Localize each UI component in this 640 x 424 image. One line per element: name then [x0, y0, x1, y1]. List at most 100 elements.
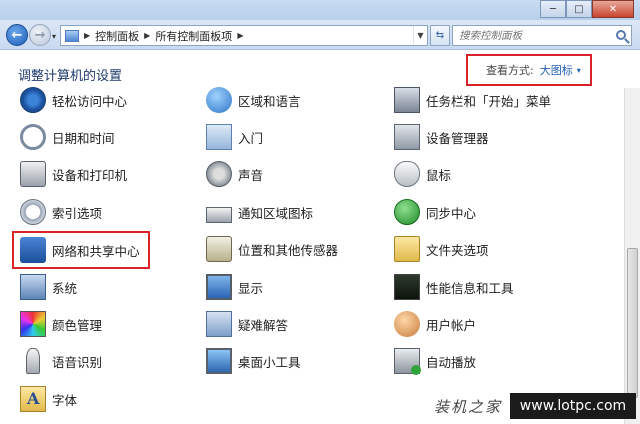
view-by-label: 查看方式: [486, 64, 534, 77]
item-sound[interactable]: 声音 [206, 158, 263, 190]
display-icon [206, 274, 232, 300]
sync-icon [394, 199, 420, 225]
item-label: 语音识别 [52, 354, 103, 370]
address-bar[interactable]: ▶ 控制面板 ▶ 所有控制面板项 ▶ ▼ [60, 25, 428, 46]
microphone-icon [26, 348, 40, 374]
page-title: 调整计算机的设置 [18, 69, 123, 84]
item-mouse[interactable]: 鼠标 [394, 158, 451, 190]
folder-icon [394, 236, 420, 262]
item-label: 入门 [238, 130, 264, 146]
item-label: 日期和时间 [52, 130, 115, 146]
control-panel-items: 轻松访问中心 区域和语言 任务栏和「开始」菜单 日期和时间 入门 设备管理器 设… [0, 87, 624, 424]
item-color-management[interactable]: 颜色管理 [20, 308, 102, 340]
title-bar: ─ □ ✕ [0, 0, 640, 20]
item-label: 区域和语言 [238, 93, 301, 109]
item-system[interactable]: 系统 [20, 271, 77, 303]
item-label: 位置和其他传感器 [238, 242, 339, 258]
item-autoplay[interactable]: 自动播放 [394, 345, 476, 377]
item-date-time[interactable]: 日期和时间 [20, 121, 115, 153]
fonts-icon [20, 386, 46, 412]
search-icon[interactable] [616, 30, 626, 40]
globe-icon [206, 87, 232, 113]
item-devices-printers[interactable]: 设备和打印机 [20, 158, 127, 190]
item-label: 设备管理器 [426, 130, 489, 146]
search-input[interactable] [459, 29, 609, 42]
printer-icon [20, 161, 46, 187]
troubleshooting-icon [206, 311, 232, 337]
item-display[interactable]: 显示 [206, 271, 263, 303]
item-label: 轻松访问中心 [52, 93, 128, 109]
user-accounts-icon [394, 311, 420, 337]
item-label: 通知区域图标 [238, 205, 314, 221]
item-label: 桌面小工具 [238, 354, 301, 370]
clock-icon [20, 124, 46, 150]
item-label: 任务栏和「开始」菜单 [426, 93, 552, 109]
item-label: 自动播放 [426, 354, 477, 370]
taskbar-icon [394, 87, 420, 113]
chevron-down-icon[interactable]: ▾ [577, 66, 581, 75]
item-label: 文件夹选项 [426, 242, 489, 258]
item-label: 鼠标 [426, 167, 452, 183]
close-button[interactable]: ✕ [592, 0, 634, 18]
item-folder-options[interactable]: 文件夹选项 [394, 233, 489, 265]
view-by-selector[interactable]: 查看方式: 大图标 ▾ [466, 54, 592, 86]
item-label: 同步中心 [426, 205, 477, 221]
item-label: 颜色管理 [52, 317, 103, 333]
back-button[interactable]: ← [6, 24, 28, 46]
item-taskbar-start-menu[interactable]: 任务栏和「开始」菜单 [394, 84, 551, 116]
item-ease-of-access[interactable]: 轻松访问中心 [20, 84, 127, 116]
ease-of-access-icon [20, 87, 46, 113]
minimize-button[interactable]: ─ [540, 0, 566, 18]
address-dropdown-button[interactable]: ▼ [413, 26, 427, 45]
item-network-sharing-center[interactable]: 网络和共享中心 [12, 231, 150, 269]
item-indexing-options[interactable]: 索引选项 [20, 196, 102, 228]
item-user-accounts[interactable]: 用户帐户 [394, 308, 476, 340]
device-manager-icon [394, 124, 420, 150]
item-sync-center[interactable]: 同步中心 [394, 196, 476, 228]
item-desktop-gadgets[interactable]: 桌面小工具 [206, 345, 301, 377]
indexing-icon [20, 199, 46, 225]
speaker-icon [206, 161, 232, 187]
breadcrumb-all-items[interactable]: 所有控制面板项 [155, 28, 232, 44]
watermark-site-name: 装机之家 [426, 393, 510, 419]
item-label: 设备和打印机 [52, 167, 128, 183]
vertical-scrollbar[interactable] [624, 88, 640, 424]
chevron-right-icon[interactable]: ▶ [237, 31, 243, 40]
recent-pages-dropdown[interactable]: ▾ [52, 32, 56, 41]
item-device-manager[interactable]: 设备管理器 [394, 121, 489, 153]
mouse-icon [394, 161, 420, 187]
item-notification-icons[interactable]: 通知区域图标 [206, 196, 313, 228]
item-performance[interactable]: 性能信息和工具 [394, 271, 514, 303]
system-icon [20, 274, 46, 300]
item-fonts[interactable]: 字体 [20, 383, 77, 415]
color-management-icon [20, 311, 46, 337]
navigation-toolbar: ← → ▾ ▶ 控制面板 ▶ 所有控制面板项 ▶ ▼ ⇆ [0, 20, 640, 50]
chevron-right-icon[interactable]: ▶ [84, 31, 90, 40]
view-by-value[interactable]: 大图标 [540, 62, 573, 78]
item-location-sensors[interactable]: 位置和其他传感器 [206, 233, 338, 265]
location-sensor-icon [206, 236, 232, 262]
item-label: 疑难解答 [238, 317, 289, 333]
item-label: 系统 [52, 280, 78, 296]
breadcrumb-control-panel[interactable]: 控制面板 [95, 28, 139, 44]
item-speech-recognition[interactable]: 语音识别 [20, 345, 102, 377]
item-label: 声音 [238, 167, 264, 183]
notification-tray-icon [206, 206, 232, 223]
item-region-language[interactable]: 区域和语言 [206, 84, 301, 116]
search-box[interactable] [452, 25, 632, 46]
item-label: 网络和共享中心 [52, 243, 140, 259]
item-label: 字体 [52, 392, 78, 408]
item-label: 索引选项 [52, 205, 103, 221]
refresh-button[interactable]: ⇆ [430, 25, 450, 46]
watermark-url: www.lotpc.com [510, 393, 636, 419]
chevron-right-icon[interactable]: ▶ [144, 31, 150, 40]
scrollbar-thumb[interactable] [627, 248, 638, 398]
getting-started-icon [206, 124, 232, 150]
maximize-button[interactable]: □ [566, 0, 592, 18]
item-getting-started[interactable]: 入门 [206, 121, 263, 153]
item-label: 性能信息和工具 [426, 280, 514, 296]
forward-button[interactable]: → [29, 24, 51, 46]
item-label: 显示 [238, 280, 264, 296]
performance-icon [394, 274, 420, 300]
item-troubleshooting[interactable]: 疑难解答 [206, 308, 288, 340]
